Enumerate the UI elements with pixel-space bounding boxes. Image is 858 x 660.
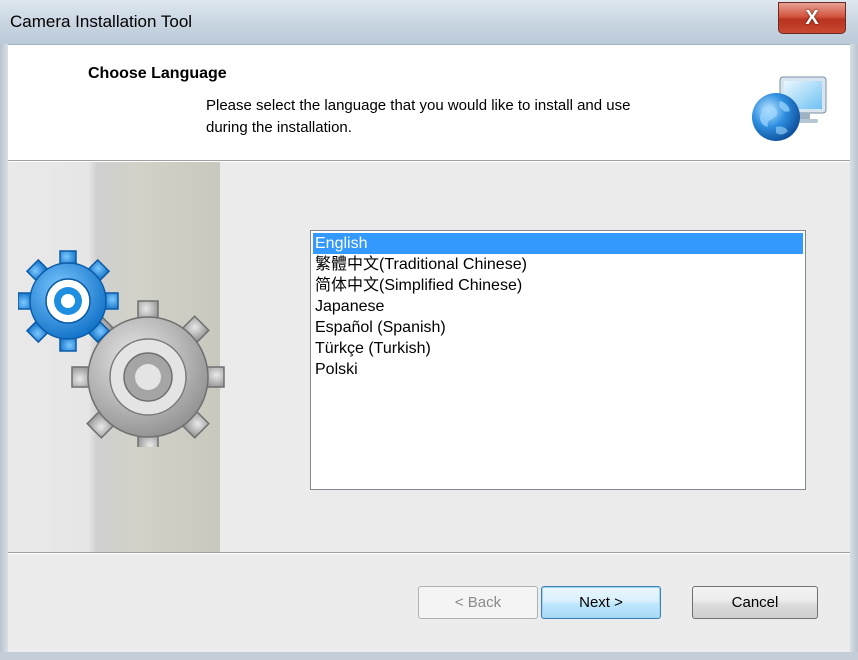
page-title: Choose Language (88, 65, 227, 82)
next-button[interactable]: Next > (541, 586, 661, 619)
window-title: Camera Installation Tool (10, 12, 193, 31)
back-button[interactable]: < Back (418, 586, 538, 619)
wizard-header: Choose Language Please select the langua… (8, 45, 850, 161)
language-option[interactable]: Español (Spanish) (313, 317, 803, 338)
close-icon: X (805, 6, 819, 29)
language-option[interactable]: Polski (313, 359, 803, 380)
wizard-body: English 繁體中文(Traditional Chinese) 简体中文(Sim… (8, 162, 850, 552)
window-frame-left (0, 44, 8, 660)
language-option[interactable]: 繁體中文(Traditional Chinese) (313, 254, 803, 275)
language-option[interactable]: 简体中文(Simplified Chinese) (313, 275, 803, 296)
window-frame-bottom (0, 652, 858, 660)
close-button[interactable]: X (778, 2, 846, 34)
language-listbox[interactable]: English 繁體中文(Traditional Chinese) 简体中文(Sim… (310, 230, 806, 490)
language-option[interactable]: English (313, 233, 803, 254)
language-option[interactable]: Japanese (313, 296, 803, 317)
cancel-button[interactable]: Cancel (692, 586, 818, 619)
language-option[interactable]: Türkçe (Turkish) (313, 338, 803, 359)
gears-icon (18, 250, 225, 447)
installer-window: Camera Installation Tool X Choose Langua… (0, 0, 858, 660)
footer-separator-highlight (8, 553, 850, 554)
window-frame-right (850, 44, 858, 660)
page-subtitle: Please select the language that you woul… (206, 97, 631, 136)
title-bar[interactable]: Camera Installation Tool X (0, 0, 858, 45)
globe-computer-icon (752, 76, 827, 141)
side-panel (8, 162, 225, 552)
